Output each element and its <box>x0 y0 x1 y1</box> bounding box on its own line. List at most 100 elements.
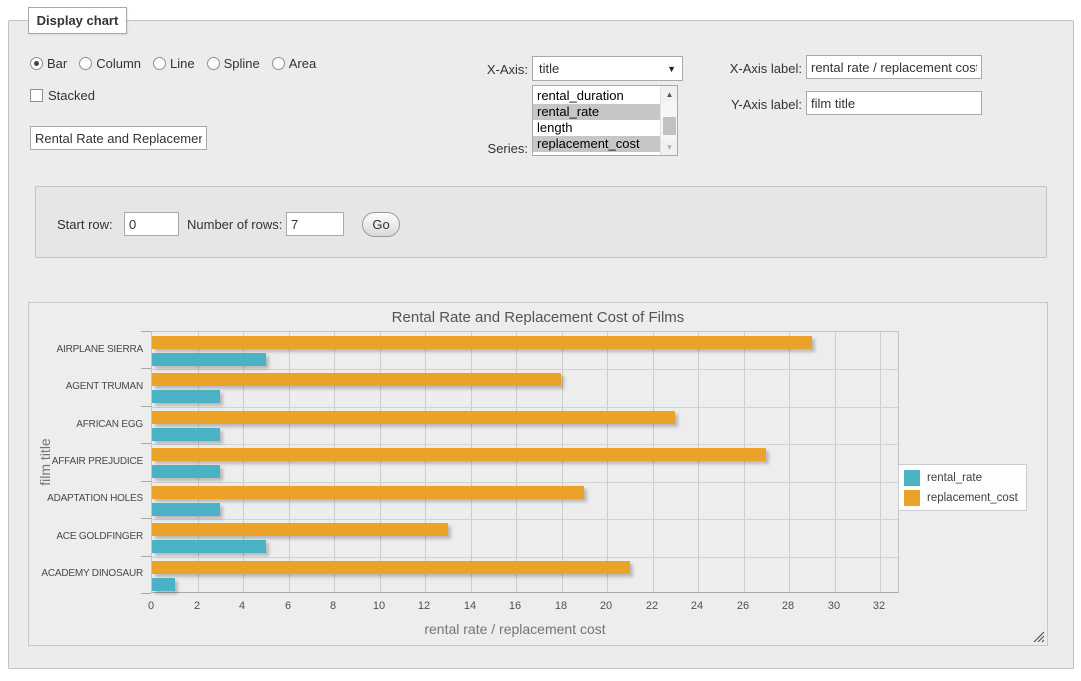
bar-rental-rate-3[interactable] <box>152 465 220 478</box>
bar-replacement-cost-5[interactable] <box>152 523 448 536</box>
y-axis-tick-5 <box>141 518 151 519</box>
plot-area <box>151 331 899 593</box>
y-category-label-2: AFRICAN EGG <box>31 419 143 431</box>
legend-label-replacement_cost: replacement_cost <box>927 492 1018 504</box>
y-category-label-0: AIRPLANE SIERRA <box>31 344 143 356</box>
start-row-input[interactable] <box>124 212 179 236</box>
y-axis-tick-last <box>141 593 151 594</box>
x-tick-label-14: 14 <box>455 600 485 612</box>
bar-rental-rate-0[interactable] <box>152 353 266 366</box>
legend-entry-replacement_cost: replacement_cost <box>904 489 1018 506</box>
gridline-x-30 <box>835 332 836 592</box>
bar-rental-rate-5[interactable] <box>152 540 266 553</box>
x-tick-label-26: 26 <box>728 600 758 612</box>
x-tick-label-28: 28 <box>773 600 803 612</box>
bar-rental-rate-6[interactable] <box>152 578 175 591</box>
listbox-scrollbar[interactable]: ▲ ▼ <box>660 86 677 155</box>
x-axis-select[interactable]: title ▼ <box>532 56 683 81</box>
x-tick-label-32: 32 <box>864 600 894 612</box>
x-axis-label-input[interactable] <box>806 55 982 79</box>
x-tick-label-20: 20 <box>591 600 621 612</box>
scroll-down-icon[interactable]: ▼ <box>661 139 678 155</box>
bar-replacement-cost-2[interactable] <box>152 411 675 424</box>
gridline-y-1 <box>152 369 898 370</box>
chart-type-label-bar: Bar <box>47 56 67 71</box>
go-button[interactable]: Go <box>362 212 400 237</box>
bar-replacement-cost-6[interactable] <box>152 561 630 574</box>
legend-entry-rental_rate: rental_rate <box>904 469 1018 486</box>
x-tick-label-24: 24 <box>682 600 712 612</box>
chart-container: Rental Rate and Replacement Cost of Film… <box>28 302 1048 646</box>
bar-replacement-cost-1[interactable] <box>152 373 561 386</box>
chart-type-radio-line[interactable] <box>153 57 166 70</box>
gridline-x-14 <box>471 332 472 592</box>
chart-type-radio-column[interactable] <box>79 57 92 70</box>
stacked-checkbox[interactable] <box>30 89 43 102</box>
y-category-label-1: AGENT TRUMAN <box>31 381 143 393</box>
chart-type-radio-bar[interactable] <box>30 57 43 70</box>
bar-rental-rate-2[interactable] <box>152 428 220 441</box>
x-tick-label-2: 2 <box>182 600 212 612</box>
gridline-y-4 <box>152 482 898 483</box>
gridline-x-16 <box>516 332 517 592</box>
x-tick-label-8: 8 <box>318 600 348 612</box>
chart-type-option-area: Area <box>272 56 316 71</box>
scrollbar-thumb[interactable] <box>663 117 676 135</box>
resize-handle-icon[interactable] <box>1033 631 1045 643</box>
series-option-rental_rate[interactable]: rental_rate <box>533 104 660 120</box>
stacked-row: Stacked <box>30 88 95 103</box>
bar-rental-rate-1[interactable] <box>152 390 220 403</box>
series-options: rental_durationrental_ratelengthreplacem… <box>533 86 660 155</box>
scroll-up-icon[interactable]: ▲ <box>661 86 678 102</box>
fieldset-legend: Display chart <box>28 7 127 34</box>
bar-replacement-cost-3[interactable] <box>152 448 766 461</box>
series-option-rental_duration[interactable]: rental_duration <box>533 88 660 104</box>
chart-title-input[interactable] <box>30 126 207 150</box>
series-listbox[interactable]: rental_durationrental_ratelengthreplacem… <box>532 85 678 156</box>
y-category-label-6: ACADEMY DINOSAUR <box>31 568 143 580</box>
x-tick-label-12: 12 <box>409 600 439 612</box>
chart-title: Rental Rate and Replacement Cost of Film… <box>29 309 1047 326</box>
x-tick-label-0: 0 <box>136 600 166 612</box>
gridline-x-28 <box>789 332 790 592</box>
legend-swatch-rental_rate <box>904 470 920 486</box>
fieldset-legend-label: Display chart <box>37 13 119 28</box>
y-axis-tick-4 <box>141 481 151 482</box>
gridline-x-8 <box>334 332 335 592</box>
gridline-x-4 <box>243 332 244 592</box>
stacked-label: Stacked <box>48 88 95 103</box>
y-axis-tick-6 <box>141 556 151 557</box>
chart-type-radio-spline[interactable] <box>207 57 220 70</box>
x-axis-select-label: X-Axis: <box>440 62 528 77</box>
series-option-length[interactable]: length <box>533 120 660 136</box>
gridline-y-6 <box>152 557 898 558</box>
gridline-y-5 <box>152 519 898 520</box>
chart-type-label-line: Line <box>170 56 195 71</box>
chart-type-radio-area[interactable] <box>272 57 285 70</box>
y-axis-tick-1 <box>141 368 151 369</box>
y-axis-tick-2 <box>141 406 151 407</box>
bar-replacement-cost-4[interactable] <box>152 486 584 499</box>
legend-label-rental_rate: rental_rate <box>927 472 982 484</box>
chart-type-label-column: Column <box>96 56 141 71</box>
gridline-x-6 <box>289 332 290 592</box>
number-of-rows-input[interactable] <box>286 212 344 236</box>
x-tick-label-18: 18 <box>546 600 576 612</box>
x-tick-label-6: 6 <box>273 600 303 612</box>
x-tick-label-4: 4 <box>227 600 257 612</box>
start-row-label: Start row: <box>57 217 113 232</box>
gridline-x-24 <box>698 332 699 592</box>
series-option-replacement_cost[interactable]: replacement_cost <box>533 136 660 152</box>
x-axis-selected-value: title <box>539 61 559 76</box>
chart-type-radio-group: BarColumnLineSplineArea <box>30 56 322 71</box>
bar-replacement-cost-0[interactable] <box>152 336 812 349</box>
x-tick-label-16: 16 <box>500 600 530 612</box>
display-chart-page: Display chart BarColumnLineSplineArea St… <box>0 0 1081 681</box>
bar-rental-rate-4[interactable] <box>152 503 220 516</box>
y-axis-label-input[interactable] <box>806 91 982 115</box>
gridline-x-12 <box>425 332 426 592</box>
chart-x-axis-label: rental rate / replacement cost <box>151 621 879 637</box>
chart-type-option-line: Line <box>153 56 195 71</box>
gridline-x-20 <box>607 332 608 592</box>
y-axis-tick-0 <box>141 331 151 332</box>
